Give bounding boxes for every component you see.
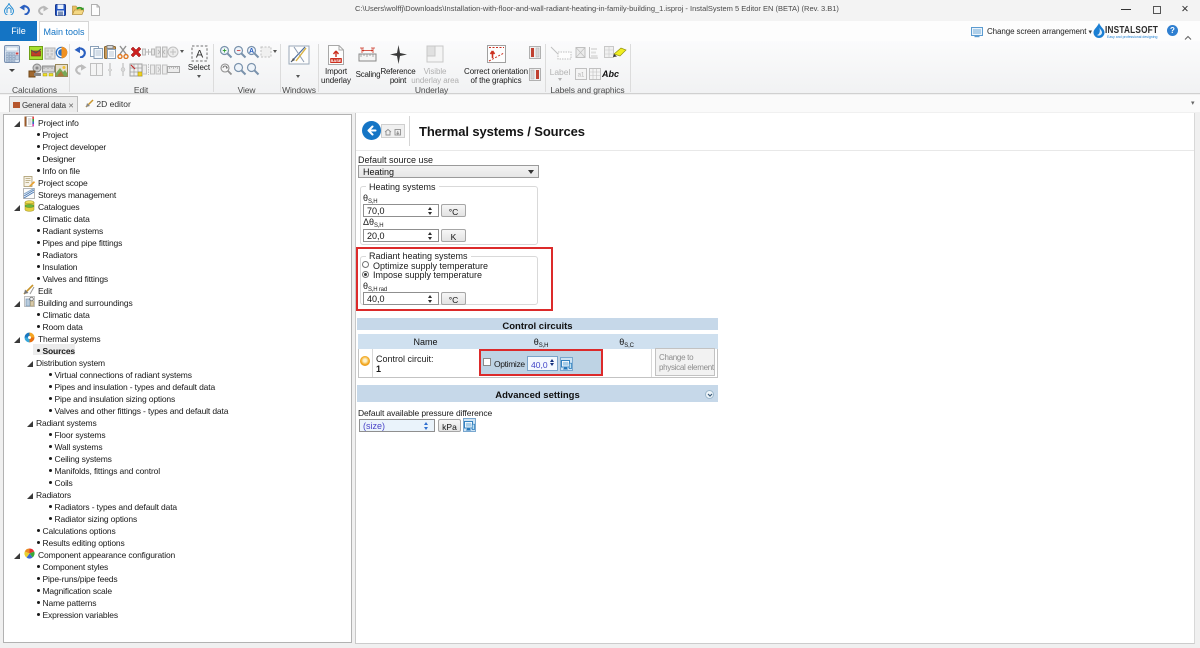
svg-text:BASE: BASE (330, 58, 341, 63)
svg-text:A: A (249, 48, 254, 55)
svg-text:A: A (196, 49, 204, 61)
svg-text:a1: a1 (578, 73, 585, 79)
svg-text:−: − (236, 48, 240, 55)
svg-text:+: + (222, 48, 226, 55)
